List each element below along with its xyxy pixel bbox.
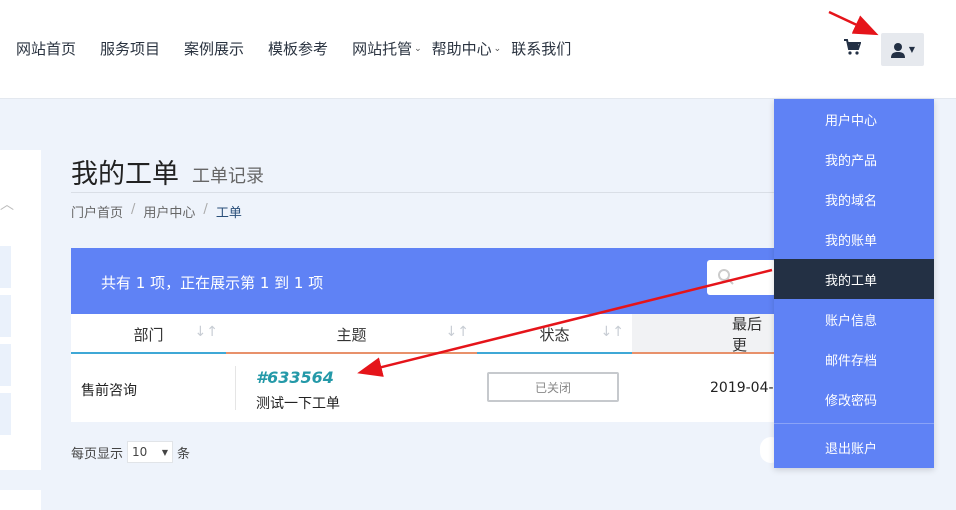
table-header-bar: 共有 1 项，正在展示第 1 到 1 项 (71, 248, 776, 314)
column-header-last-update[interactable]: 最后更 (632, 314, 776, 354)
column-header-dept[interactable]: 部门 ↓↑ (71, 314, 226, 354)
nav-home[interactable]: 网站首页 (16, 38, 76, 59)
sort-icon[interactable]: ↓↑ (446, 324, 469, 340)
page-subtitle: 工单记录 (192, 166, 264, 187)
menu-item-change-password[interactable]: 修改密码 (774, 379, 934, 419)
menu-item-user-center[interactable]: 用户中心 (774, 99, 934, 139)
ticket-link[interactable]: #633564 (256, 368, 334, 387)
top-navbar: 网站首页 服务项目 案例展示 模板参考 网站托管 ⌄ 帮助中心 ⌄ 联系我们 ▼ (0, 0, 956, 99)
per-page-control: 每页显示 10 ▼ 条 (71, 441, 190, 463)
column-header-status[interactable]: 状态 ↓↑ (477, 314, 632, 354)
caret-down-icon: ▼ (908, 45, 916, 54)
ticket-table: 共有 1 项，正在展示第 1 到 1 项 部门 ↓↑ 主题 ↓↑ 状态 ↓↑ 最… (71, 248, 782, 422)
user-icon (890, 42, 905, 58)
header-underline (226, 352, 477, 354)
chevron-up-icon[interactable]: ︿ (0, 194, 14, 214)
breadcrumb-current: 工单 (215, 206, 242, 221)
sort-icon[interactable]: ↓↑ (601, 324, 624, 340)
sidebar-block[interactable] (0, 246, 11, 288)
menu-item-logout[interactable]: 退出账户 (774, 427, 934, 467)
sidebar-block[interactable] (0, 295, 11, 337)
menu-item-account-info[interactable]: 账户信息 (774, 299, 934, 339)
menu-divider (774, 423, 934, 424)
left-sidebar-panel: ︿ (0, 150, 41, 470)
chevron-down-icon: ⌄ (493, 43, 502, 54)
nav-services[interactable]: 服务项目 (100, 38, 160, 59)
nav-hosting[interactable]: 网站托管 ⌄ (352, 38, 422, 59)
menu-item-my-products[interactable]: 我的产品 (774, 139, 934, 179)
sidebar-block[interactable] (0, 393, 11, 435)
sort-icon[interactable]: ↓↑ (195, 324, 218, 340)
column-header-subject[interactable]: 主题 ↓↑ (226, 314, 477, 354)
breadcrumb-user-center[interactable]: 用户中心 (143, 202, 195, 221)
table-summary: 共有 1 项，正在展示第 1 到 1 项 (101, 274, 324, 292)
main-nav: 网站首页 服务项目 案例展示 模板参考 网站托管 ⌄ 帮助中心 ⌄ 联系我们 (16, 38, 595, 59)
user-dropdown-menu: 用户中心 我的产品 我的域名 我的账单 我的工单 账户信息 邮件存档 修改密码 … (774, 99, 934, 468)
menu-item-my-domains[interactable]: 我的域名 (774, 179, 934, 219)
nav-contact[interactable]: 联系我们 (511, 38, 571, 59)
menu-item-my-tickets[interactable]: 我的工单 (774, 259, 934, 299)
user-menu-button[interactable]: ▼ (881, 33, 924, 66)
nav-templates[interactable]: 模板参考 (268, 38, 328, 59)
header-underline (71, 352, 226, 354)
cell-divider (235, 366, 236, 410)
cell-last-update: 2019-04-2 (710, 380, 783, 396)
cell-dept: 售前咨询 (81, 383, 137, 399)
per-page-select[interactable]: 10 ▼ (127, 441, 174, 463)
left-sidebar-panel-2 (0, 490, 41, 510)
menu-item-email-archive[interactable]: 邮件存档 (774, 339, 934, 379)
search-input[interactable] (707, 260, 776, 295)
nav-cases[interactable]: 案例展示 (184, 38, 244, 59)
search-icon (718, 269, 734, 285)
page-title: 我的工单 (71, 159, 179, 190)
caret-down-icon: ▼ (161, 447, 169, 457)
nav-help[interactable]: 帮助中心 ⌄ (432, 38, 502, 59)
header-underline (477, 352, 632, 354)
menu-item-my-invoices[interactable]: 我的账单 (774, 219, 934, 259)
breadcrumb-home[interactable]: 门户首页 (71, 202, 123, 221)
breadcrumb: 门户首页 / 用户中心 / 工单 (71, 202, 242, 221)
divider (71, 192, 781, 193)
sidebar-block[interactable] (0, 344, 11, 386)
ticket-subject: 测试一下工单 (256, 396, 340, 412)
cart-icon[interactable] (843, 38, 862, 56)
header-underline (632, 352, 776, 354)
status-badge: 已关闭 (487, 372, 619, 402)
chevron-down-icon: ⌄ (414, 43, 422, 54)
